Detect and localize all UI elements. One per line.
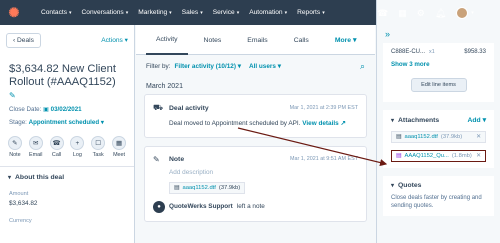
quick-actions: ✎ Note ✉ Email ☎ Call + Log ☐ Task ▦ Meet	[0, 128, 134, 158]
activity-timestamp: Mar 1, 2021 at 2:39 PM EST	[289, 105, 358, 111]
collapse-sidebar-icon[interactable]: »	[377, 25, 500, 43]
chevron-down-icon[interactable]: ▾	[391, 182, 394, 189]
task-icon: ☐	[91, 136, 106, 150]
call-action-button[interactable]: ☎ Call	[49, 136, 65, 158]
deal-activity-card: ⛟ Deal activity Mar 1, 2021 at 2:39 PM E…	[144, 94, 367, 138]
stage-dropdown[interactable]: Appointment scheduled ▾	[29, 119, 104, 126]
main-menu: Contacts ▾ Conversations ▾ Marketing ▾ Sale…	[41, 9, 335, 16]
top-navigation-bar: ✺ Contacts ▾ Conversations ▾ Marketing ▾ Sa…	[0, 0, 500, 25]
show-more-link[interactable]: Show 3 more	[391, 61, 486, 68]
email-icon: ✉	[28, 136, 43, 150]
calendar-icon: ▣	[43, 106, 49, 113]
back-to-deals-button[interactable]: ‹ Deals	[6, 32, 41, 48]
actions-dropdown[interactable]: Actions ▾	[101, 36, 128, 44]
attachment-item-highlighted[interactable]: ▤ AAAQ1152_Qu... (1.8mb) ✕	[391, 150, 486, 162]
file-icon: ▤	[174, 184, 180, 191]
nav-sales[interactable]: Sales ▾	[182, 9, 203, 16]
tab-more-dropdown[interactable]: More ▾	[325, 25, 367, 55]
nav-service[interactable]: Service ▾	[213, 9, 240, 16]
user-avatar[interactable]	[456, 6, 469, 19]
chevron-down-icon[interactable]: ▾	[391, 117, 394, 124]
note-icon: ✎	[153, 154, 160, 164]
line-items-section: C888E-CU... x1 $958.33 Show 3 more Edit …	[383, 43, 494, 102]
marketplace-icon[interactable]: ▦	[398, 8, 407, 18]
nav-reports[interactable]: Reports ▾	[297, 9, 325, 16]
filter-label: Filter by:	[146, 62, 171, 70]
chevron-down-icon[interactable]: ▾	[471, 10, 474, 16]
close-date-value[interactable]: 03/02/2021	[51, 106, 82, 113]
pdf-file-icon: ▤	[396, 153, 402, 159]
deal-activity-text: Deal moved to Appointment scheduled by A…	[169, 120, 346, 127]
calendar-icon: ▦	[112, 136, 127, 150]
filter-bar: Filter by: Filter activity (10/12) ▾ All…	[136, 55, 375, 77]
currency-label: Currency	[9, 218, 32, 224]
attachments-heading: Attachments	[398, 116, 440, 124]
activity-tabs: Activity Notes Emails Calls More ▾	[136, 25, 375, 55]
deal-title[interactable]: $3,634.82 New Client Rollout (#AAAQ1152)…	[0, 55, 134, 102]
phone-icon: ☎	[49, 136, 64, 150]
author-name[interactable]: QuoteWerks Support	[169, 203, 233, 210]
notifications-bell-icon[interactable]: 🔔︎	[435, 8, 446, 18]
about-deal-section-toggle[interactable]: ▾ About this deal	[0, 167, 134, 188]
deal-icon: ⛟	[153, 103, 164, 112]
close-date-row: Close Date: ▣ 03/02/2021	[9, 106, 82, 113]
nav-contacts[interactable]: Contacts ▾	[41, 9, 72, 16]
tab-emails[interactable]: Emails	[237, 25, 277, 55]
email-action-button[interactable]: ✉ Email	[28, 136, 44, 158]
amount-label: Amount	[9, 191, 29, 197]
nav-conversations[interactable]: Conversations ▾	[82, 9, 129, 16]
nav-marketing[interactable]: Marketing ▾	[138, 9, 171, 16]
filter-activity-dropdown[interactable]: Filter activity (10/12) ▾	[175, 62, 241, 70]
note-timestamp: Mar 1, 2021 at 9:51 AM EST	[289, 156, 358, 162]
author-suffix: left a note	[236, 203, 265, 210]
stage-row: Stage: Appointment scheduled ▾	[9, 119, 104, 126]
amount-value[interactable]: $3,634.82	[0, 197, 134, 207]
user-avatar-icon: ●	[153, 200, 165, 213]
month-heading: March 2021	[146, 83, 183, 90]
quotes-heading: Quotes	[398, 182, 422, 189]
note-icon: ✎	[7, 136, 22, 150]
note-card: ✎ Note Mar 1, 2021 at 9:51 AM EST Add de…	[144, 145, 367, 222]
line-item-row: C888E-CU... x1 $958.33	[391, 49, 486, 55]
nav-automation[interactable]: Automation ▾	[249, 9, 287, 16]
tab-calls[interactable]: Calls	[284, 25, 319, 55]
note-action-button[interactable]: ✎ Note	[7, 136, 23, 158]
hubspot-logo-icon[interactable]: ✺	[7, 5, 21, 20]
quotes-section: ▾ Quotes Close deals faster by creating …	[383, 176, 494, 216]
note-attachment[interactable]: ▤ aaaq1152.dtf (37.9kb)	[169, 181, 246, 194]
add-attachment-dropdown[interactable]: Add ▾	[467, 116, 486, 124]
note-author: ● QuoteWerks Support left a note	[153, 200, 358, 213]
edit-line-items-button[interactable]: Edit line items	[410, 78, 467, 92]
activity-timeline: Activity Notes Emails Calls More ▾ Filte…	[136, 25, 375, 243]
plus-icon: +	[70, 136, 85, 150]
log-action-button[interactable]: + Log	[69, 136, 85, 158]
edit-pencil-icon[interactable]: ✎	[9, 91, 16, 100]
phone-icon[interactable]: ☎	[377, 8, 388, 18]
attachment-item[interactable]: ▤ aaaq1152.dtf (37.9kb) ✕	[391, 131, 486, 143]
task-action-button[interactable]: ☐ Task	[90, 136, 106, 158]
remove-attachment-icon[interactable]: ✕	[476, 153, 481, 159]
attachments-section: ▾ Attachments Add ▾ ▤ aaaq1152.dtf (37.9…	[383, 110, 494, 168]
chevron-down-icon: ▾	[8, 175, 12, 181]
add-description-field[interactable]: Add description	[169, 169, 358, 176]
all-users-dropdown[interactable]: All users ▾	[249, 62, 281, 70]
external-link-icon[interactable]: ↗	[340, 120, 345, 127]
tab-notes[interactable]: Notes	[194, 25, 232, 55]
meet-action-button[interactable]: ▦ Meet	[111, 136, 127, 158]
deal-activity-title: Deal activity	[169, 104, 209, 112]
file-icon: ▤	[396, 134, 402, 140]
right-sidebar: » C888E-CU... x1 $958.33 Show 3 more Edi…	[376, 25, 500, 243]
search-icon[interactable]: ⌕	[360, 61, 365, 72]
tab-activity[interactable]: Activity	[146, 25, 188, 55]
deal-title-text: $3,634.82 New Client Rollout (#AAAQ1152)	[9, 63, 116, 88]
settings-gear-icon[interactable]: ⚙	[417, 8, 425, 18]
deal-sidebar: ‹ Deals Actions ▾ $3,634.82 New Client R…	[0, 25, 135, 243]
view-details-link[interactable]: View details	[302, 120, 338, 127]
quotes-description: Close deals faster by creating and sendi…	[391, 195, 482, 209]
note-title: Note	[169, 155, 185, 163]
remove-attachment-icon[interactable]: ✕	[476, 134, 481, 140]
